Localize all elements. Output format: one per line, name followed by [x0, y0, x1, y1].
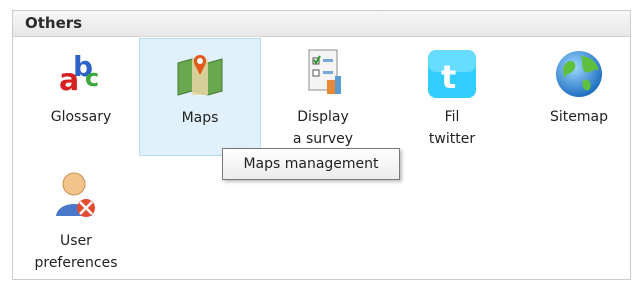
glossary-icon: a b c	[59, 50, 99, 98]
display-survey-label-line1: Display	[297, 109, 349, 125]
twitter-feed-label-line2: twitter	[428, 131, 476, 147]
sitemap-item[interactable]: Sitemap	[518, 38, 640, 156]
display-survey-label: Display a survey	[262, 106, 384, 150]
sitemap-label: Sitemap	[550, 109, 608, 125]
user-preferences-item[interactable]: User preferences	[15, 162, 137, 280]
svg-text:t: t	[441, 58, 456, 96]
twitter-feed-label-line1: Fil	[444, 109, 460, 125]
panel-title: Others	[13, 11, 630, 37]
svg-text:c: c	[85, 64, 99, 92]
user-preferences-label-line2: preferences	[34, 255, 118, 271]
glossary-item[interactable]: a b c Glossary	[20, 38, 142, 156]
user-preferences-label-line1: User	[60, 233, 92, 249]
display-survey-label-line2: a survey	[292, 131, 354, 147]
user-preferences-label: User preferences	[15, 230, 137, 274]
maps-item[interactable]: Maps	[139, 38, 261, 156]
user-preferences-icon	[56, 172, 95, 217]
maps-tooltip: Maps management	[222, 148, 400, 180]
maps-label: Maps	[181, 110, 219, 126]
glossary-label: Glossary	[50, 109, 112, 125]
survey-icon	[308, 49, 341, 94]
twitter-feed-item[interactable]: t Fil twitter	[391, 38, 513, 156]
globe-icon	[556, 51, 602, 97]
twitter-feed-label: Fil twitter	[391, 106, 513, 150]
twitter-icon: t	[428, 50, 476, 98]
maps-icon	[177, 55, 223, 96]
display-survey-item[interactable]: Display a survey	[262, 38, 384, 156]
